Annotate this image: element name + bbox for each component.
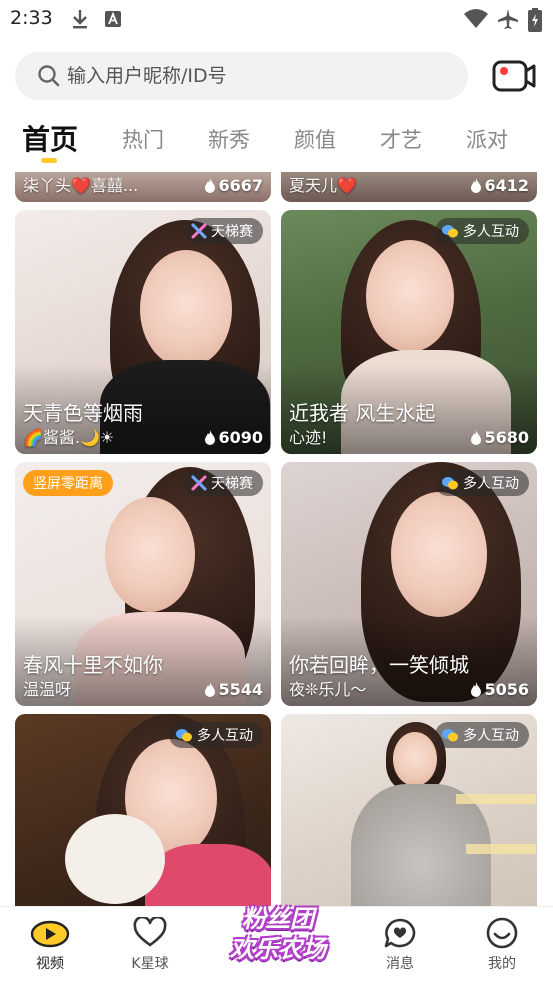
nav-label: K星球 [131,956,169,972]
tab-looks[interactable]: 颜值 [294,124,336,154]
font-icon [105,11,121,27]
stream-card[interactable]: 多人互动 你若回眸，一笑倾城 夜❊乐儿～ 5056 [281,462,537,706]
search-icon [38,65,60,87]
portrait-badge: 竖屏零距离 [23,470,113,496]
card-title: 近我者 风生水起 [289,401,436,425]
card-title: 你若回眸，一笑倾城 [289,653,469,677]
streamer-name: 温温呀 [23,680,72,699]
nav-kstar[interactable]: K星球 [115,917,185,973]
card-title: 春风十里不如你 [23,653,163,677]
badge-label: 多人互动 [463,728,519,744]
category-tabs: 首页 热门 新秀 颜值 才艺 派对 [0,118,553,166]
multiplayer-badge: 多人互动 [435,722,529,748]
download-icon [73,10,87,29]
viewer-count: 6667 [204,176,263,195]
card-title: 天青色等烟雨 [23,401,143,425]
tab-talent[interactable]: 才艺 [380,124,422,154]
badge-label: 多人互动 [463,476,519,492]
streamer-name: 夜❊乐儿～ [289,680,367,699]
stream-card[interactable]: 夏天儿❤️ 6412 [281,172,537,202]
stream-card[interactable]: 柒丫头❤️喜囍... 6667 [15,172,271,202]
stream-card[interactable]: 竖屏零距离 天梯赛 春风十里不如你 温温呀 5544 [15,462,271,706]
wifi-icon [464,9,488,28]
message-icon [384,918,416,948]
crossed-swords-icon [191,223,207,239]
flame-icon [471,682,482,697]
video-icon [30,920,70,948]
viewer-count-value: 5544 [218,680,263,699]
viewer-count-value: 6412 [484,176,529,195]
flame-icon [471,178,482,193]
stream-card[interactable]: 多人互动 [281,714,537,906]
flame-icon [205,430,216,445]
viewer-count-value: 5680 [484,428,529,447]
chat-bubbles-icon [176,729,192,742]
nav-mine[interactable]: 我的 [467,917,537,973]
heart-icon [133,917,167,947]
viewer-count-value: 6667 [218,176,263,195]
streamer-name: 🌈酱酱.🌙☀ [23,428,115,447]
badge-label: 天梯赛 [211,224,253,240]
status-time: 2:33 [10,7,53,29]
card-title: 夏天儿❤️ [289,176,357,195]
stream-card[interactable]: 多人互动 [15,714,271,906]
streamer-name: 心迹! [289,428,328,447]
flame-icon [205,682,216,697]
viewer-count: 6090 [204,428,263,447]
ranking-badge: 天梯赛 [185,470,263,496]
flame-icon [205,178,216,193]
multiplayer-badge: 多人互动 [169,722,263,748]
search-input[interactable] [67,52,447,100]
viewer-count: 5544 [204,680,263,699]
flame-icon [471,430,482,445]
viewer-count-value: 6090 [218,428,263,447]
nav-messages[interactable]: 消息 [365,917,435,973]
stream-card[interactable]: 多人互动 近我者 风生水起 心迹! 5680 [281,210,537,454]
multiplayer-badge: 多人互动 [435,470,529,496]
search-bar[interactable] [15,52,468,100]
fan-farm-button[interactable]: 粉丝团 欢乐农场 [218,899,338,969]
badge-label: 多人互动 [463,224,519,240]
multiplayer-badge: 多人互动 [435,218,529,244]
chat-bubbles-icon [442,477,458,490]
card-title: 柒丫头❤️喜囍... [23,176,139,195]
viewer-count-value: 5056 [484,680,529,699]
nav-label: 消息 [386,956,414,972]
battery-icon [528,8,542,32]
viewer-count: 6412 [470,176,529,195]
fan-farm-line2: 欢乐农场 [230,935,326,963]
chat-bubbles-icon [442,729,458,742]
crossed-swords-icon [191,475,207,491]
live-camera-button[interactable] [492,58,536,94]
tab-hot[interactable]: 热门 [122,124,164,154]
ranking-badge: 天梯赛 [185,218,263,244]
tab-party[interactable]: 派对 [466,124,508,154]
badge-label: 多人互动 [197,728,253,744]
nav-video[interactable]: 视频 [15,917,85,973]
chat-bubbles-icon [442,225,458,238]
stream-card[interactable]: 天梯赛 天青色等烟雨 🌈酱酱.🌙☀ 6090 [15,210,271,454]
badge-label: 天梯赛 [211,476,253,492]
viewer-count: 5680 [470,428,529,447]
profile-icon [486,917,518,949]
nav-label: 我的 [488,956,516,972]
tab-indicator [41,158,57,163]
nav-label: 视频 [36,956,64,972]
viewer-count: 5056 [470,680,529,699]
status-bar: 2:33 [0,0,553,40]
airplane-icon [498,9,518,29]
tab-newcomer[interactable]: 新秀 [208,124,250,154]
live-feed: 柒丫头❤️喜囍... 6667 夏天儿❤️ 6412 天梯赛 天青色等烟雨 🌈酱… [0,172,553,906]
tab-home[interactable]: 首页 [22,118,78,158]
bottom-nav: 视频 K星球 粉丝团 欢乐农场 消息 我的 [0,905,553,983]
